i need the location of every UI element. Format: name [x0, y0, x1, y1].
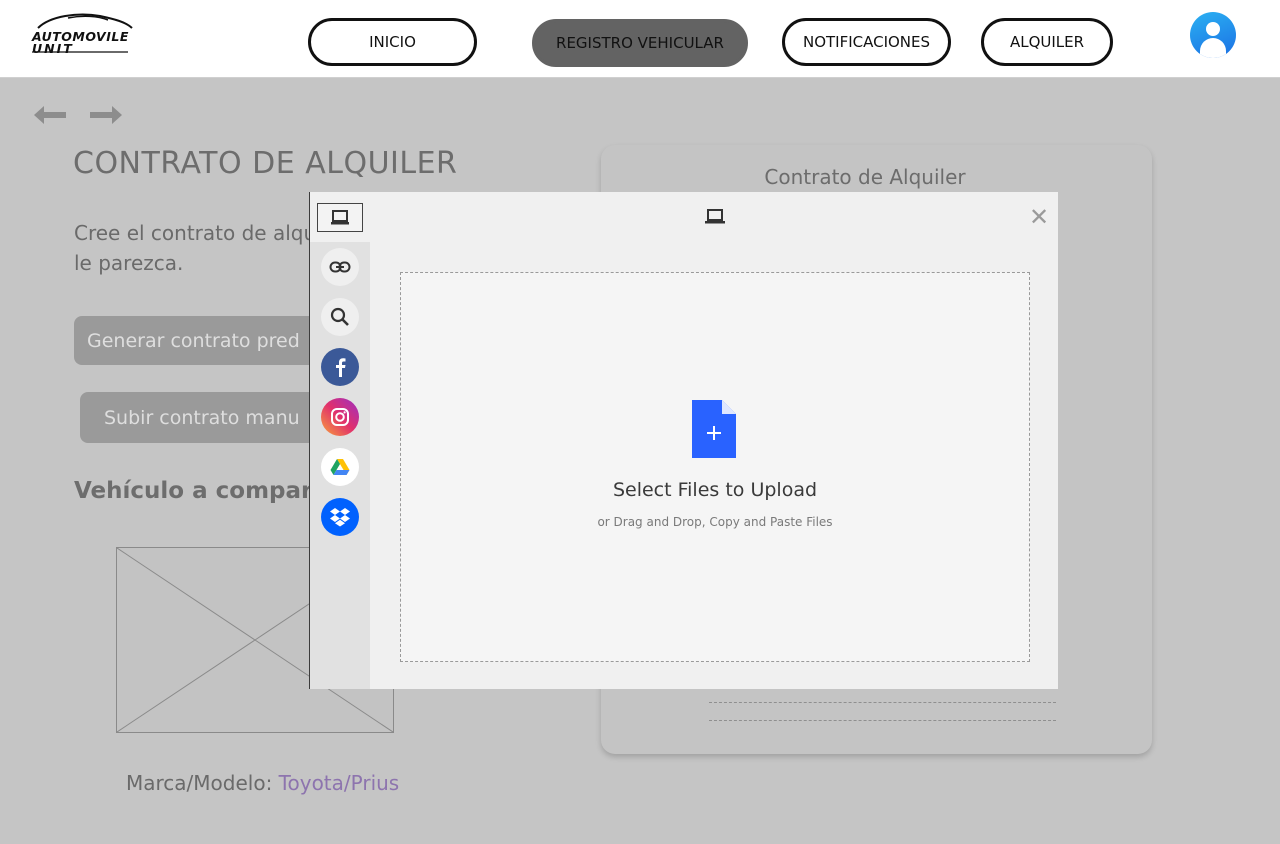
generate-contract-button[interactable]: Generar contrato pred	[74, 316, 334, 365]
link-icon[interactable]	[321, 248, 359, 286]
signature-line	[709, 720, 1056, 721]
search-icon[interactable]	[321, 298, 359, 336]
page-title: CONTRATO DE ALQUILER	[73, 146, 458, 181]
upload-contract-label: Subir contrato manu	[104, 406, 300, 429]
facebook-icon[interactable]	[321, 348, 359, 386]
logo-text-line2: UNIT	[32, 41, 74, 56]
brand-model-value: Toyota/Prius	[278, 771, 400, 795]
nav-registro-vehicular-button[interactable]: REGISTRO VEHICULAR	[532, 19, 748, 67]
google-drive-icon[interactable]	[321, 448, 359, 486]
nav-alquiler-label: ALQUILER	[1009, 33, 1085, 51]
brand-model-label: Marca/Modelo:	[126, 771, 279, 795]
page-description: Cree el contrato de alqu le parezca.	[74, 221, 317, 275]
vehicle-heading: Vehículo a compart	[74, 478, 324, 504]
nav-registro-vehicular-label: REGISTRO VEHICULAR	[556, 34, 724, 52]
automovile-unit-logo[interactable]: AUTOMOVILE UNIT	[28, 10, 136, 56]
user-avatar-icon[interactable]	[1190, 12, 1236, 58]
instagram-icon[interactable]	[321, 398, 359, 436]
close-icon[interactable]: ✕	[1029, 203, 1049, 231]
contract-card-title: Contrato de Alquiler	[764, 165, 966, 189]
vehicle-brand-model: Marca/Modelo: Toyota/Prius	[126, 771, 399, 795]
nav-notificaciones-button[interactable]: NOTIFICACIONES	[782, 18, 951, 66]
upload-contract-button[interactable]: Subir contrato manu	[80, 392, 330, 443]
my-device-header-icon	[704, 208, 726, 230]
nav-inicio-label: INICIO	[369, 33, 416, 51]
signature-line	[709, 702, 1056, 703]
add-file-icon	[692, 400, 736, 458]
drop-zone-title: Select Files to Upload	[612, 479, 818, 501]
upload-source-sidebar	[310, 242, 370, 689]
nav-inicio-button[interactable]: INICIO	[308, 18, 477, 66]
top-header: AUTOMOVILE UNIT INICIO REGISTRO VEHICULA…	[0, 0, 1280, 78]
drop-zone-subtitle: or Drag and Drop, Copy and Paste Files	[597, 515, 833, 529]
my-device-icon[interactable]	[317, 203, 363, 232]
generate-contract-label: Generar contrato pred	[87, 329, 300, 352]
arrow-left-icon[interactable]	[32, 102, 68, 130]
nav-alquiler-button[interactable]: ALQUILER	[981, 18, 1113, 66]
arrow-right-icon[interactable]	[88, 102, 124, 130]
dropbox-icon[interactable]	[321, 498, 359, 536]
file-upload-modal: ✕ Select Files to Upload or Drag and Dro…	[309, 192, 1058, 689]
file-drop-zone[interactable]: Select Files to Upload or Drag and Drop,…	[400, 272, 1030, 662]
nav-notificaciones-label: NOTIFICACIONES	[802, 33, 931, 51]
